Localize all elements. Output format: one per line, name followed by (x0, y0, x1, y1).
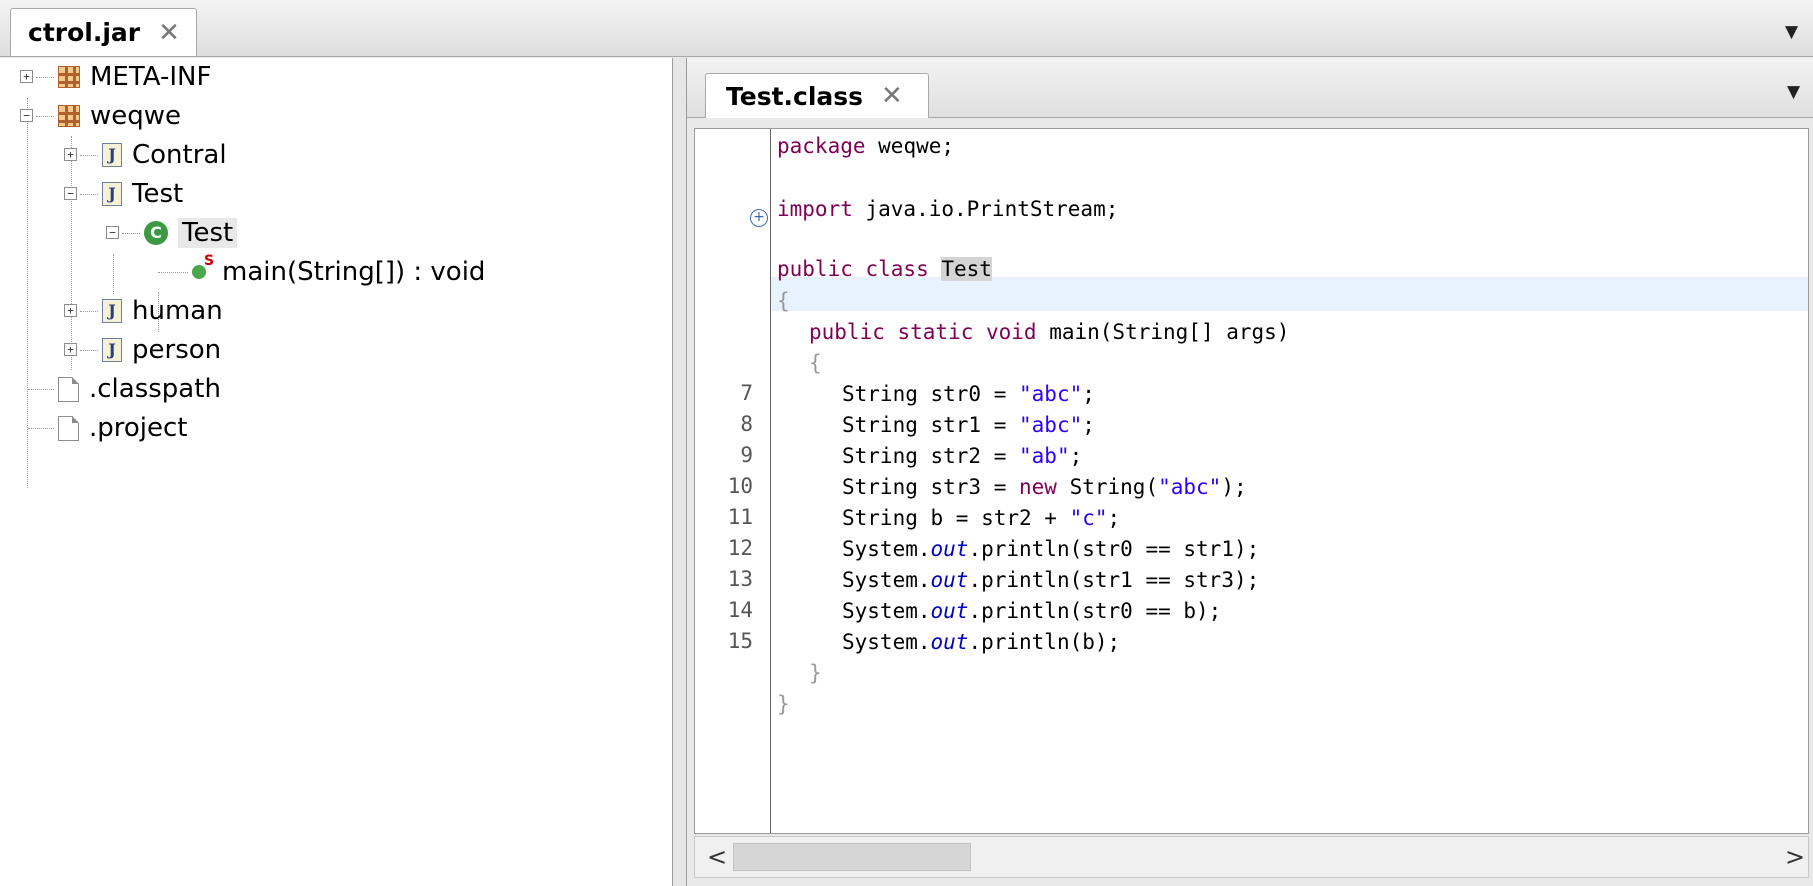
gutter-border (770, 129, 771, 833)
java-file-icon: J (102, 143, 122, 167)
tab-ctrol-jar[interactable]: ctrol.jar ✕ (10, 8, 197, 56)
code-line: public class Test (777, 257, 992, 281)
tab-label: Test.class (726, 81, 864, 111)
package-icon (58, 105, 80, 127)
expand-icon[interactable]: + (64, 148, 77, 161)
scroll-left-icon[interactable]: < (707, 843, 727, 871)
tree-connector (28, 428, 54, 429)
code-line: String str2 = "ab"; (842, 444, 1083, 468)
tab-test-class[interactable]: Test.class ✕ (705, 73, 929, 118)
tab-list-menu-icon[interactable]: ▼ (1785, 22, 1798, 42)
tree-item-project[interactable]: .project (58, 409, 188, 447)
package-icon (58, 66, 80, 88)
tree-item-person[interactable]: J person (102, 331, 221, 369)
tree-connector (71, 136, 72, 370)
code-line: } (777, 692, 790, 716)
tree-connector (80, 350, 98, 351)
code-line: public static void main(String[] args) (809, 320, 1290, 344)
tree-item-contral[interactable]: J Contral (102, 136, 227, 174)
code-line: } (809, 661, 822, 685)
outer-tab-bar: ctrol.jar ✕ ▼ (0, 0, 1813, 57)
line-number: 12 (727, 536, 753, 560)
tree-item-main-method[interactable]: S main(String[]) : void (188, 253, 485, 291)
line-number: 11 (727, 505, 753, 529)
tree-connector (80, 311, 98, 312)
tree-item-label: main(String[]) : void (222, 257, 486, 287)
collapse-icon[interactable]: − (20, 109, 33, 122)
collapse-icon[interactable]: − (106, 226, 119, 239)
java-file-icon: J (102, 182, 122, 206)
line-number: 8 (740, 412, 753, 436)
expand-imports-icon[interactable]: + (750, 209, 768, 227)
code-editor[interactable]: + 7 8 9 10 11 12 13 14 15 package weqwe;… (694, 128, 1809, 834)
editor-panel: Test.class ✕ ▼ + 7 8 9 10 11 12 13 14 15… (686, 58, 1813, 886)
tree-item-test-file[interactable]: J Test (102, 175, 183, 213)
code-line: String str3 = new String("abc"); (842, 475, 1247, 499)
tree-item-label: Test (178, 218, 238, 248)
tree-item-label: weqwe (90, 101, 182, 131)
static-badge: S (204, 253, 215, 269)
code-line: String str0 = "abc"; (842, 382, 1095, 406)
tree-item-test-class[interactable]: C Test (144, 214, 238, 252)
line-number: 10 (727, 474, 753, 498)
tree-connector (36, 116, 54, 117)
java-file-icon: J (102, 299, 122, 323)
tree-connector (113, 254, 114, 294)
tree-connector (80, 194, 98, 195)
code-line: String b = str2 + "c"; (842, 506, 1121, 530)
tree-connector (36, 77, 54, 78)
code-line: String str1 = "abc"; (842, 413, 1095, 437)
code-line: System.out.println(str1 == str3); (842, 568, 1260, 592)
horizontal-scrollbar[interactable]: < > (694, 836, 1809, 878)
code-line: System.out.println(str0 == b); (842, 599, 1222, 623)
file-icon (58, 376, 79, 402)
code-line: { (777, 289, 790, 313)
tree-connector (27, 98, 28, 488)
close-icon[interactable]: ✕ (881, 83, 903, 109)
current-line-highlight (771, 277, 1808, 311)
tree-item-label: Test (132, 179, 184, 209)
line-number: 7 (740, 381, 753, 405)
tree-connector (122, 233, 140, 234)
line-number: 15 (727, 629, 753, 653)
tree-item-label: person (132, 335, 222, 365)
static-method-icon: S (192, 253, 214, 279)
tree-connector (28, 389, 54, 390)
code-line: System.out.println(str0 == str1); (842, 537, 1260, 561)
editor-tab-bar: Test.class ✕ ▼ (687, 58, 1813, 118)
class-icon: C (144, 221, 168, 245)
tab-label: ctrol.jar (28, 18, 141, 47)
line-number: 9 (740, 443, 753, 467)
tree-item-label: human (132, 296, 223, 326)
code-line: package weqwe; (777, 134, 955, 158)
tree-item-meta-inf[interactable]: META-INF (58, 58, 211, 96)
tree-connector (158, 272, 188, 273)
highlighted-class-name: Test (941, 257, 992, 281)
panel-splitter[interactable] (673, 58, 686, 886)
expand-icon[interactable]: + (64, 304, 77, 317)
line-number: 14 (727, 598, 753, 622)
tree-item-label: Contral (132, 140, 227, 170)
code-line: import java.io.PrintStream; (777, 197, 1119, 221)
tree-item-label: .classpath (89, 374, 221, 404)
tree-item-label: META-INF (90, 62, 212, 92)
expand-icon[interactable]: + (20, 70, 33, 83)
scroll-right-icon[interactable]: > (1785, 843, 1805, 871)
code-line: System.out.println(b); (842, 630, 1121, 654)
tree-item-label: .project (89, 413, 188, 443)
file-icon (58, 415, 79, 441)
expand-icon[interactable]: + (64, 343, 77, 356)
close-icon[interactable]: ✕ (158, 20, 180, 46)
tree-item-human[interactable]: J human (102, 292, 223, 330)
tree-connector (80, 155, 98, 156)
tree-item-weqwe[interactable]: weqwe (58, 97, 181, 135)
code-line: { (809, 351, 822, 375)
tree-item-classpath[interactable]: .classpath (58, 370, 221, 408)
jar-tree-panel: + META-INF − weqwe + J Contral − J Test … (0, 58, 673, 886)
tab-list-menu-icon[interactable]: ▼ (1787, 82, 1800, 102)
collapse-icon[interactable]: − (64, 187, 77, 200)
scrollbar-thumb[interactable] (733, 843, 971, 871)
java-file-icon: J (102, 338, 122, 362)
line-number: 13 (727, 567, 753, 591)
